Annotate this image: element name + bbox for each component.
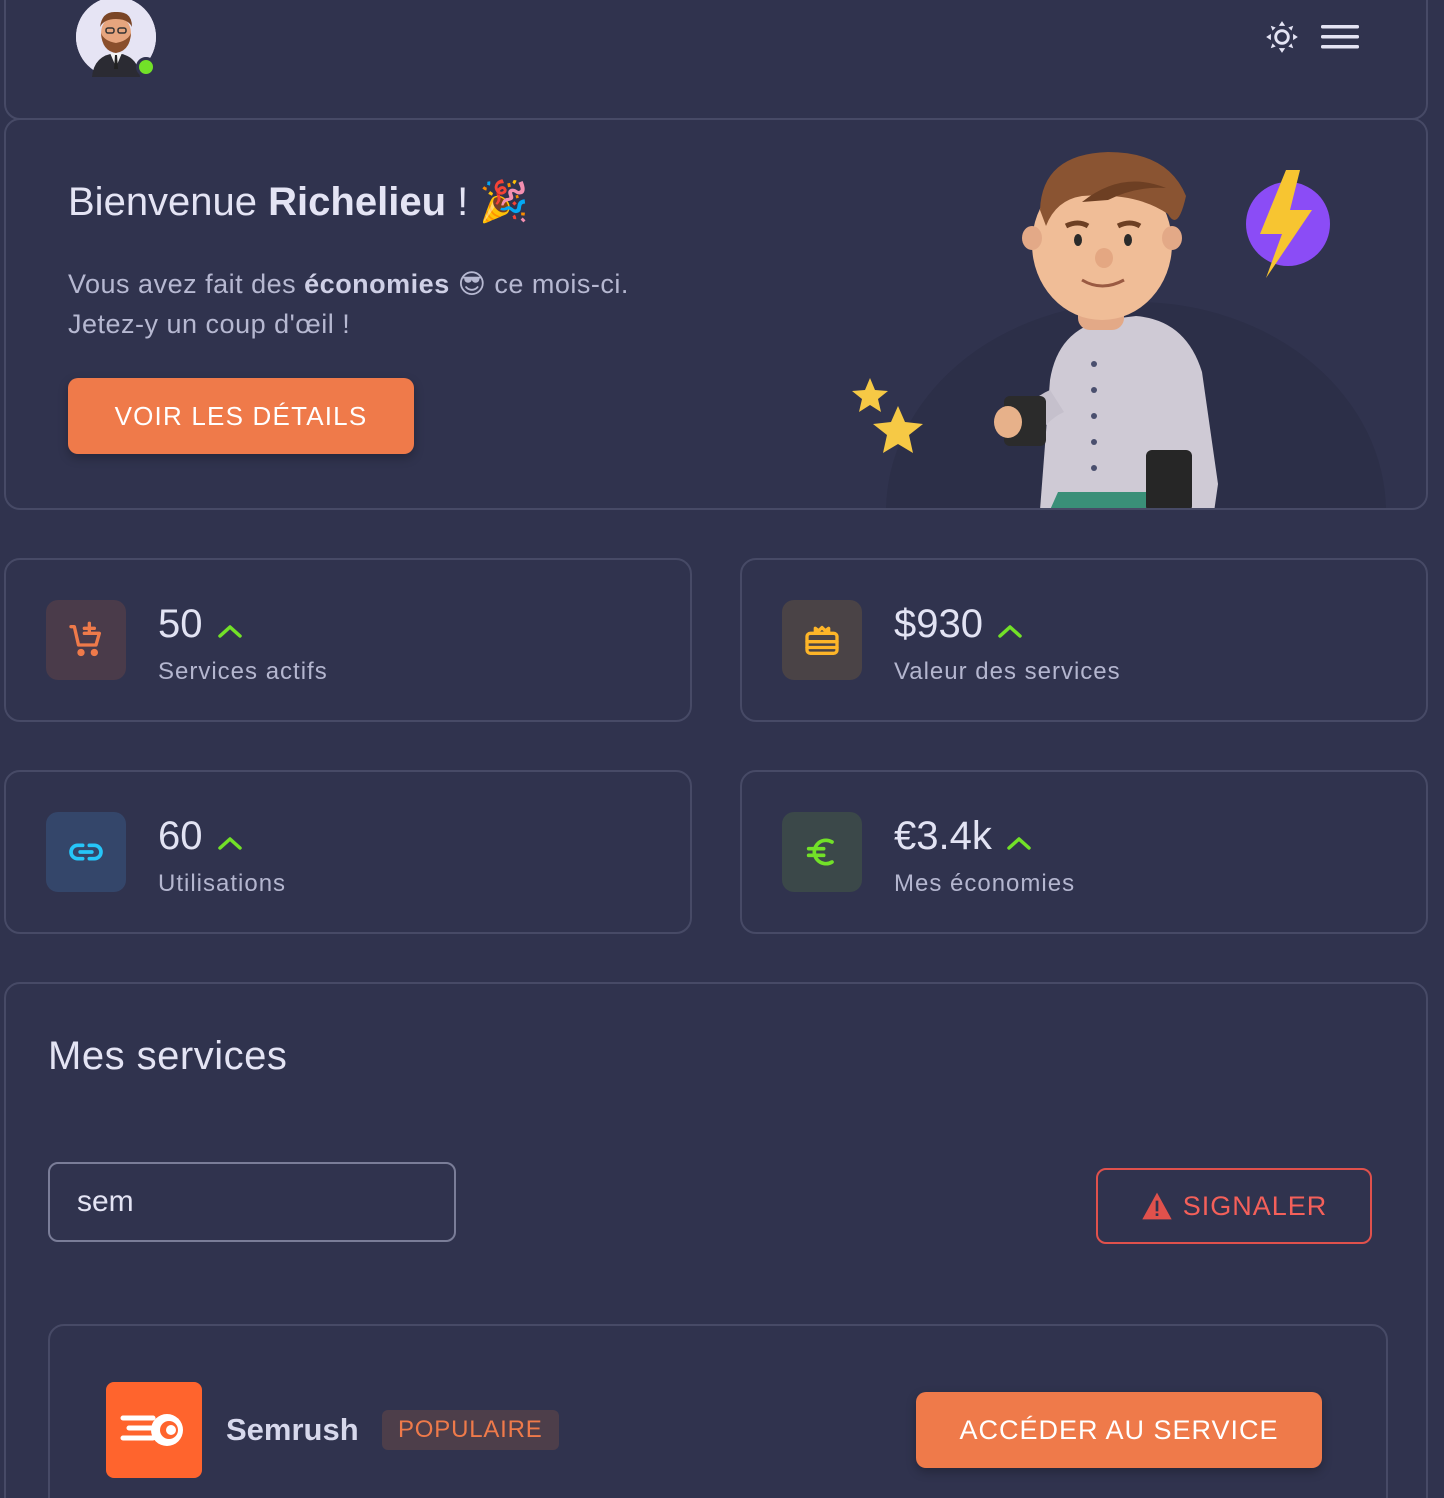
welcome-message: Vous avez fait des économies 😎 ce mois-c… <box>68 264 629 344</box>
top-navbar <box>4 0 1428 120</box>
stat-card-active-services: 50 Services actifs <box>4 558 692 722</box>
welcome-card: Bienvenue Richelieu ! 🎉 Vous avez fait d… <box>4 118 1428 510</box>
report-button-label: SIGNALER <box>1182 1190 1328 1221</box>
access-service-button[interactable]: ACCÉDER AU SERVICE <box>916 1392 1322 1468</box>
character-illustration <box>852 152 1386 508</box>
stat-value: 50 <box>158 602 243 649</box>
stat-value: $930 <box>894 602 1023 649</box>
search-input[interactable] <box>48 1162 456 1242</box>
semrush-logo-icon <box>106 1382 202 1478</box>
avatar[interactable] <box>76 0 156 77</box>
stat-value: €3.4k <box>894 814 1032 861</box>
service-name: Semrush <box>226 1412 359 1447</box>
services-card: Mes services SIGNALER Semrush POPULAIRE … <box>4 982 1428 1498</box>
party-emoji-icon: 🎉 <box>479 180 530 224</box>
stat-label: Valeur des services <box>894 658 1121 685</box>
stat-value-text: €3.4k <box>894 814 992 858</box>
sunglasses-emoji-icon: 😎 <box>457 269 487 299</box>
stat-card-services-value: $930 Valeur des services <box>740 558 1428 722</box>
trend-up-icon <box>1006 816 1032 861</box>
stat-value-text: $930 <box>894 602 983 646</box>
message-line-2: Jetez-y un coup d'œil ! <box>68 309 351 339</box>
service-item: Semrush POPULAIRE ACCÉDER AU SERVICE <box>48 1324 1388 1498</box>
exclaim-text: ! <box>457 180 469 224</box>
stat-card-savings: €3.4k Mes économies <box>740 770 1428 934</box>
report-button[interactable]: SIGNALER <box>1096 1168 1372 1244</box>
stat-value: 60 <box>158 814 243 861</box>
star-icon <box>852 378 888 412</box>
services-title: Mes services <box>48 1034 288 1078</box>
popular-badge: POPULAIRE <box>382 1410 559 1450</box>
view-details-button[interactable]: VOIR LES DÉTAILS <box>68 378 414 454</box>
message-text: ce mois-ci. <box>494 269 629 299</box>
online-status-dot <box>136 57 156 77</box>
menu-button[interactable] <box>1318 15 1362 59</box>
stat-label: Utilisations <box>158 870 287 897</box>
gift-card-icon <box>782 600 862 680</box>
hamburger-menu-icon <box>1321 25 1359 49</box>
theme-toggle-button[interactable] <box>1260 15 1304 59</box>
stat-card-usages: 60 Utilisations <box>4 770 692 934</box>
message-text: Vous avez fait des <box>68 269 297 299</box>
greeting-text: Bienvenue <box>68 180 258 224</box>
message-bold-text: économies <box>304 269 450 299</box>
stat-label: Mes économies <box>894 870 1076 897</box>
welcome-title: Bienvenue Richelieu ! 🎉 <box>68 178 529 225</box>
trend-up-icon <box>217 816 243 861</box>
stat-value-text: 50 <box>158 602 203 646</box>
stat-label: Services actifs <box>158 658 328 685</box>
stat-value-text: 60 <box>158 814 203 858</box>
trend-up-icon <box>997 604 1023 649</box>
euro-icon <box>782 812 862 892</box>
link-icon <box>46 812 126 892</box>
cart-plus-icon <box>46 600 126 680</box>
warning-icon <box>1142 1192 1172 1220</box>
sun-icon <box>1266 21 1298 53</box>
trend-up-icon <box>217 604 243 649</box>
user-name: Richelieu <box>268 180 447 224</box>
